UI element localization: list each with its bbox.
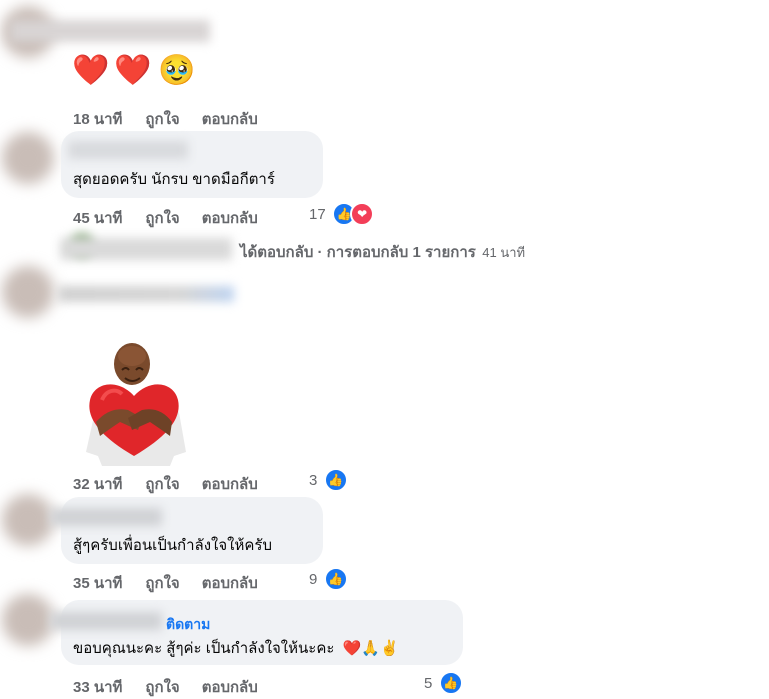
like-link[interactable]: ถูกใจ [145, 675, 179, 699]
reaction-count: 9 [309, 570, 318, 588]
like-link[interactable]: ถูกใจ [145, 571, 179, 595]
like-icon: 👍 [438, 671, 463, 695]
follow-link[interactable]: ติดตาม [166, 614, 210, 636]
reply-link[interactable]: ตอบกลับ [202, 675, 258, 699]
reply-link[interactable]: ตอบกลับ [202, 107, 258, 131]
reply-link[interactable]: ตอบกลับ [202, 206, 258, 230]
comment-text: สุดยอดครับ นักรบ ขาดมือกีตาร์ [73, 171, 275, 188]
reaction-count: 17 [309, 205, 326, 223]
comment-time[interactable]: 32 นาที [73, 472, 122, 496]
reply-summary-text[interactable]: ได้ตอบกลับ · การตอบกลับ 1 รายการ [240, 244, 476, 261]
like-icon: 👍 [323, 468, 348, 492]
comment-text: สู้ๆครับเพื่อนเป็นกำลังใจให้ครับ [73, 537, 272, 554]
reply-link[interactable]: ตอบกลับ [202, 472, 258, 496]
reply-summary-time: 41 นาที [482, 245, 526, 260]
reaction-summary[interactable]: 17 👍 ❤ [309, 202, 375, 226]
like-link[interactable]: ถูกใจ [145, 472, 179, 496]
comment-actions: 18 นาที ถูกใจ ตอบกลับ [73, 107, 258, 131]
avatar[interactable] [2, 494, 54, 546]
pleading-face-emoji: 🥹 [158, 54, 196, 87]
reaction-count: 3 [309, 471, 318, 489]
reaction-summary[interactable]: 9 👍 [309, 567, 348, 591]
comment-actions: 35 นาที ถูกใจ ตอบกลับ [73, 571, 258, 595]
sticker[interactable] [80, 340, 192, 466]
avatar[interactable] [2, 132, 54, 184]
like-link[interactable]: ถูกใจ [145, 107, 179, 131]
commenter-name-blurred[interactable] [58, 286, 234, 302]
reply-link[interactable]: ตอบกลับ [202, 571, 258, 595]
like-icon: 👍 [323, 567, 348, 591]
comment-text-row: ขอบคุณนะคะ สู้ๆค่ะ เป็นกำลังใจให้นะคะ ❤️… [73, 636, 399, 660]
heart-emoji: ❤️ [114, 54, 152, 87]
comment-actions: 45 นาที ถูกใจ ตอบกลับ [73, 206, 258, 230]
avatar[interactable] [2, 594, 54, 646]
hugging-heart-sticker-icon [86, 343, 186, 466]
commenter-name-blurred[interactable] [50, 612, 162, 630]
heart-pray-victory-emoji: ❤️🙏✌️ [342, 640, 399, 657]
comment-text: ขอบคุณนะคะ สู้ๆค่ะ เป็นกำลังใจให้นะคะ [73, 640, 335, 657]
reaction-summary[interactable]: 3 👍 [309, 468, 348, 492]
avatar[interactable] [2, 266, 54, 318]
commenter-name-blurred[interactable] [50, 508, 162, 526]
reply-summary[interactable]: ได้ตอบกลับ · การตอบกลับ 1 รายการ 41 นาที [240, 240, 525, 264]
comment-actions: 32 นาที ถูกใจ ตอบกลับ [73, 472, 258, 496]
commenter-name-blurred[interactable] [10, 20, 210, 42]
reaction-summary[interactable]: 5 👍 [424, 671, 463, 695]
comment-actions: 33 นาที ถูกใจ ตอบกลับ [73, 675, 258, 699]
heart-emoji: ❤️ [72, 54, 110, 87]
comment-time[interactable]: 45 นาที [73, 206, 122, 230]
comment-time[interactable]: 33 นาที [73, 675, 122, 699]
comment-time[interactable]: 18 นาที [73, 107, 122, 131]
replier-name-blurred[interactable] [60, 238, 232, 260]
reaction-count: 5 [424, 674, 433, 692]
emoji-comment: ❤️ ❤️ 🥹 [72, 54, 212, 94]
commenter-name-blurred[interactable] [68, 141, 188, 159]
comment-time[interactable]: 35 นาที [73, 571, 122, 595]
love-icon: ❤ [350, 202, 375, 226]
like-link[interactable]: ถูกใจ [145, 206, 179, 230]
